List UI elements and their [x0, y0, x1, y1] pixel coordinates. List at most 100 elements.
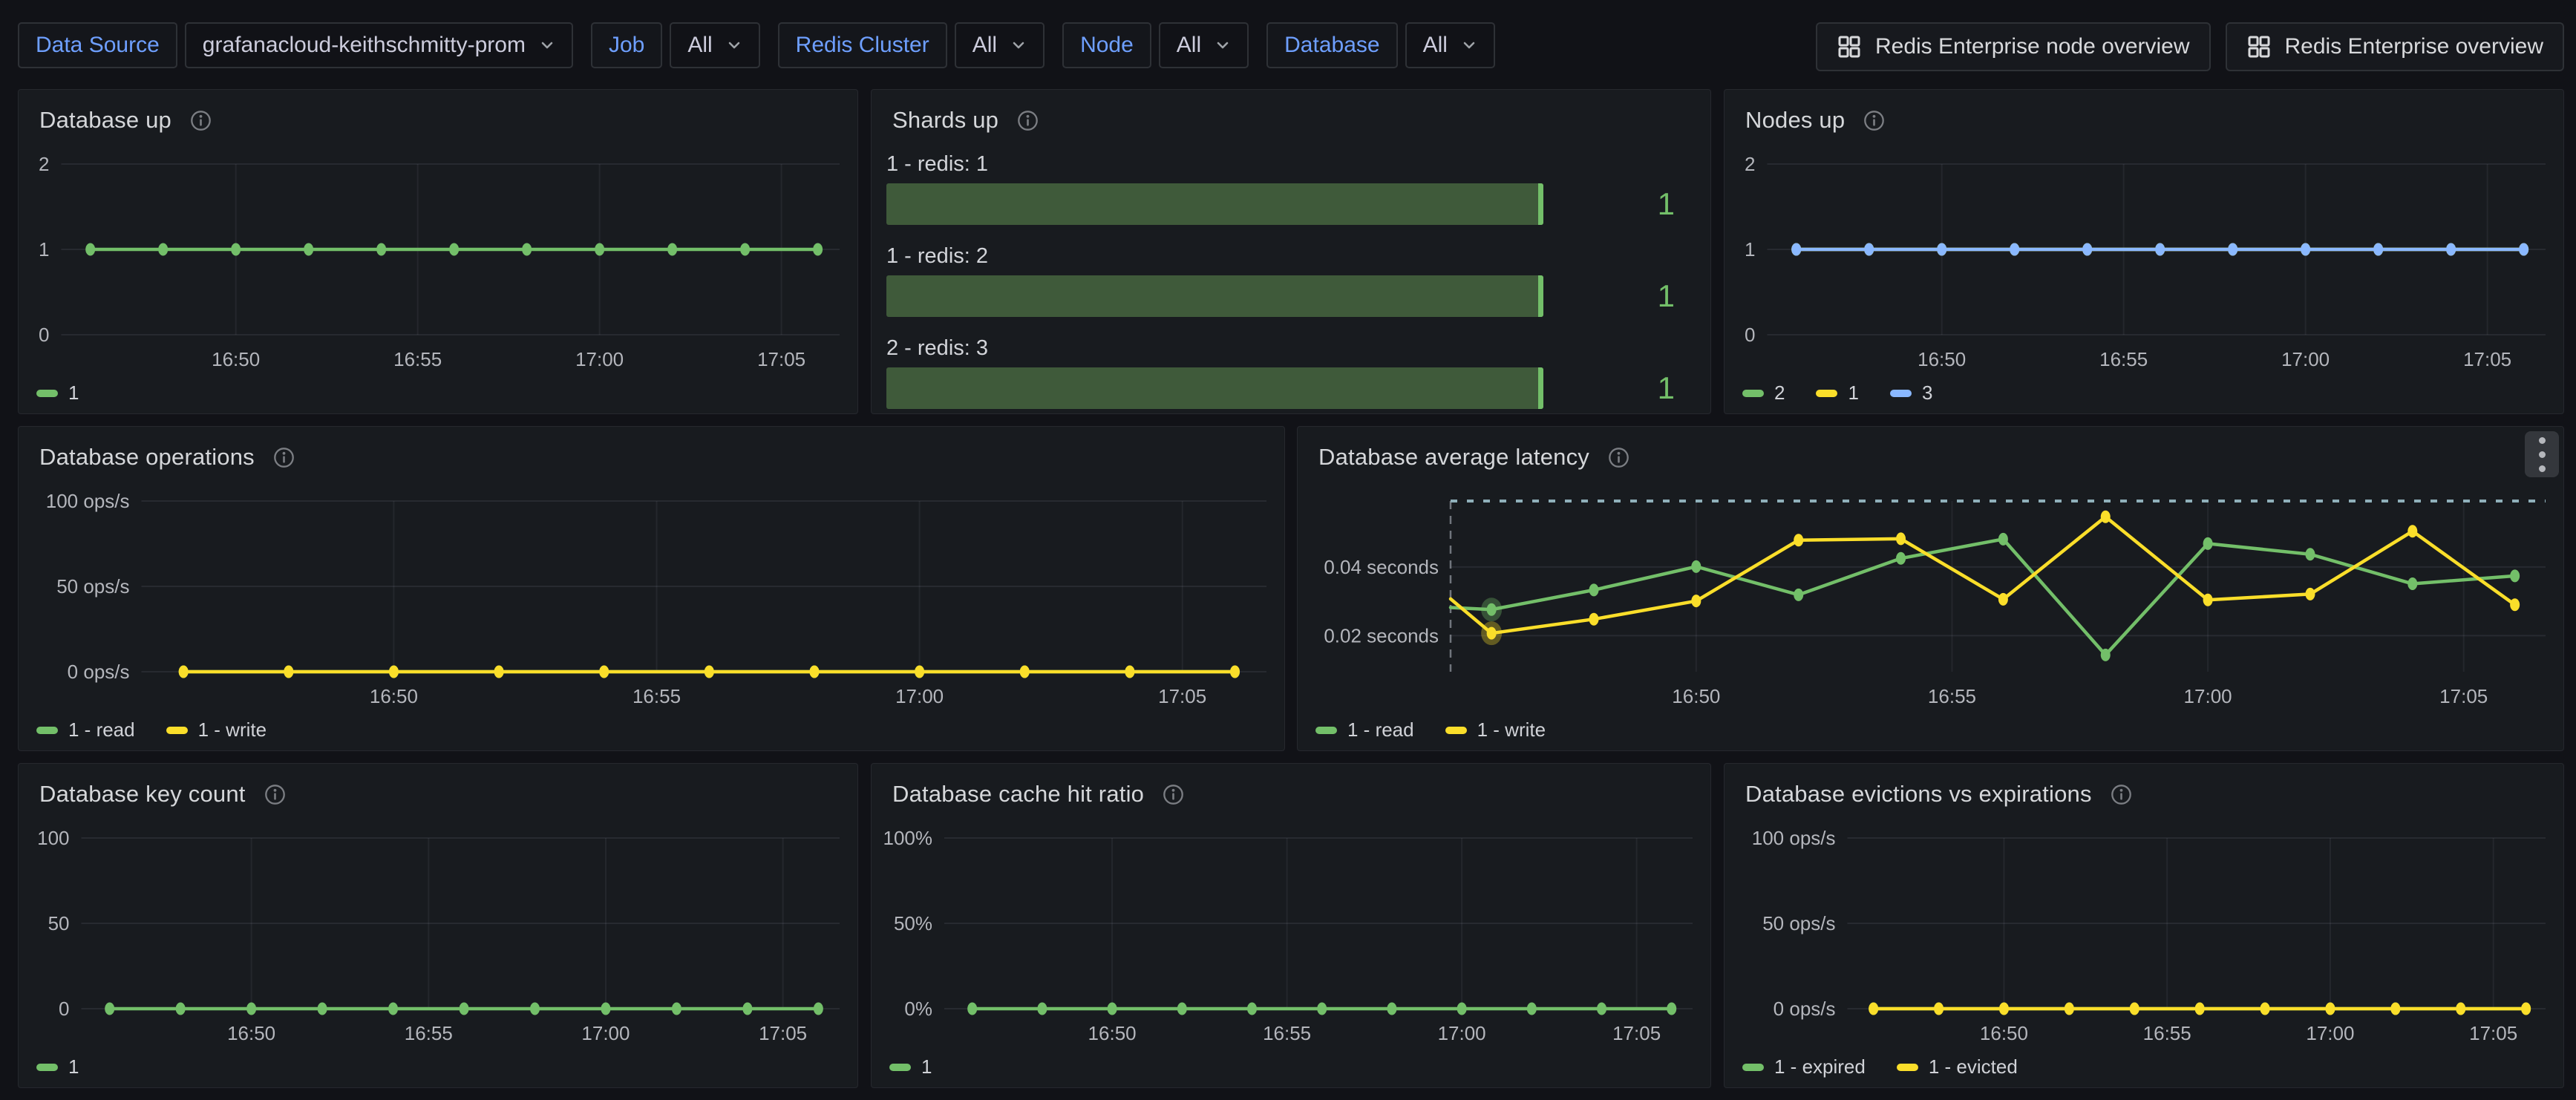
series-color-swatch — [1742, 390, 1764, 397]
svg-text:17:05: 17:05 — [2439, 685, 2488, 707]
bar-gauge-fill — [886, 367, 1543, 409]
svg-text:100: 100 — [37, 827, 69, 849]
bar-gauge-row: 1 - redis: 2 1 — [886, 244, 1696, 317]
series-color-swatch — [1890, 390, 1912, 397]
bar-gauge-row: 1 - redis: 1 1 — [886, 152, 1696, 225]
dashboard-links: Redis Enterprise node overview Redis Ent… — [1816, 22, 2564, 71]
panel-legend: 2 1 3 — [1742, 382, 1932, 405]
panel-database-operations: Database operations 100 ops/s50 ops/s0 o… — [18, 426, 1285, 751]
panel-database-evictions-vs-expirations: Database evictions vs expirations 100 op… — [1724, 763, 2564, 1088]
panel-header: Database key count — [19, 764, 857, 825]
svg-text:0 ops/s: 0 ops/s — [68, 661, 130, 683]
svg-text:17:05: 17:05 — [2469, 1022, 2517, 1044]
legend-item[interactable]: 1 — [36, 382, 79, 405]
series-color-swatch — [1816, 390, 1837, 397]
svg-text:16:55: 16:55 — [2099, 348, 2148, 370]
legend-item[interactable]: 3 — [1890, 382, 1932, 405]
legend-label: 1 — [1848, 382, 1858, 405]
svg-text:50 ops/s: 50 ops/s — [1762, 912, 1835, 934]
bar-gauge-fill — [886, 183, 1543, 225]
panel-menu-button[interactable] — [2525, 431, 2559, 477]
series-color-swatch — [36, 390, 58, 397]
svg-text:17:05: 17:05 — [2463, 348, 2511, 370]
svg-text:16:55: 16:55 — [405, 1022, 453, 1044]
legend-item[interactable]: 2 — [1742, 382, 1785, 405]
svg-text:16:50: 16:50 — [1672, 685, 1720, 707]
svg-text:17:00: 17:00 — [2184, 685, 2232, 707]
series-color-swatch — [1897, 1064, 1918, 1071]
svg-text:17:05: 17:05 — [759, 1022, 807, 1044]
legend-item[interactable]: 1 — [1816, 382, 1858, 405]
variable-value-dropdown[interactable]: All — [1405, 22, 1495, 68]
variable-label: Database — [1266, 22, 1397, 68]
svg-text:0.02 seconds: 0.02 seconds — [1324, 624, 1439, 646]
svg-text:17:00: 17:00 — [2306, 1022, 2354, 1044]
svg-text:16:50: 16:50 — [1980, 1022, 2028, 1044]
series-color-swatch — [889, 1064, 911, 1071]
panel-database-up: Database up 21016:5016:5517:0017:05 1 — [18, 89, 858, 414]
series-color-swatch — [1315, 727, 1337, 734]
svg-text:17:05: 17:05 — [1612, 1022, 1661, 1044]
chevron-down-icon — [1215, 37, 1231, 53]
variable-label: Data Source — [18, 22, 177, 68]
panel-header: Shards up — [872, 90, 1710, 151]
chevron-down-icon — [539, 37, 555, 53]
svg-text:17:00: 17:00 — [2281, 348, 2330, 370]
svg-text:1: 1 — [39, 238, 49, 261]
info-icon[interactable] — [1607, 446, 1630, 469]
variable-value-dropdown[interactable]: All — [670, 22, 759, 68]
info-icon[interactable] — [1162, 783, 1185, 806]
panel-title: Database up — [39, 107, 171, 134]
panel-legend: 1 - read 1 - write — [1315, 718, 1546, 741]
dashboard: Data Source grafanacloud-keithschmitty-p… — [0, 0, 2576, 1100]
svg-text:0: 0 — [39, 324, 49, 346]
variable-value-dropdown[interactable]: grafanacloud-keithschmitty-prom — [185, 22, 573, 68]
bar-gauge-label: 1 - redis: 2 — [886, 244, 1696, 269]
info-icon[interactable] — [264, 783, 287, 806]
legend-item[interactable]: 1 - expired — [1742, 1055, 1866, 1078]
legend-label: 1 - read — [68, 718, 135, 741]
bar-gauge-cap — [1538, 275, 1543, 317]
panel-legend: 1 — [36, 382, 79, 405]
legend-item[interactable]: 1 - evicted — [1897, 1055, 2018, 1078]
variable-value-dropdown[interactable]: All — [955, 22, 1045, 68]
svg-text:16:55: 16:55 — [2143, 1022, 2191, 1044]
info-icon[interactable] — [2110, 783, 2133, 806]
panel-legend: 1 — [889, 1055, 932, 1078]
legend-item[interactable]: 1 - write — [1445, 718, 1546, 741]
svg-text:2: 2 — [1745, 153, 1755, 175]
info-icon[interactable] — [1863, 109, 1886, 132]
svg-text:1: 1 — [1745, 238, 1755, 261]
variable-value-dropdown[interactable]: All — [1159, 22, 1249, 68]
series-color-swatch — [36, 727, 58, 734]
legend-item[interactable]: 1 — [889, 1055, 932, 1078]
template-variable-redis-cluster: Redis Cluster All — [778, 22, 1045, 68]
dashboard-toolbar: Data Source grafanacloud-keithschmitty-p… — [0, 0, 2576, 82]
svg-text:16:50: 16:50 — [212, 348, 260, 370]
info-icon[interactable] — [272, 446, 295, 469]
legend-item[interactable]: 1 — [36, 1055, 79, 1078]
variable-label: Redis Cluster — [778, 22, 947, 68]
svg-text:17:00: 17:00 — [895, 685, 944, 707]
panel-title: Database evictions vs expirations — [1745, 781, 2092, 808]
svg-text:16:55: 16:55 — [1263, 1022, 1311, 1044]
legend-label: 1 - write — [198, 718, 267, 741]
info-icon[interactable] — [189, 109, 212, 132]
bar-gauge-label: 2 - redis: 3 — [886, 336, 1696, 361]
info-icon[interactable] — [1016, 109, 1039, 132]
svg-text:16:50: 16:50 — [227, 1022, 275, 1044]
legend-item[interactable]: 1 - read — [36, 718, 135, 741]
svg-text:100 ops/s: 100 ops/s — [46, 490, 130, 512]
legend-label: 1 - read — [1347, 718, 1414, 741]
svg-text:16:55: 16:55 — [393, 348, 442, 370]
svg-text:17:00: 17:00 — [575, 348, 624, 370]
legend-item[interactable]: 1 - write — [166, 718, 267, 741]
svg-text:0 ops/s: 0 ops/s — [1774, 998, 1836, 1020]
panel-legend: 1 - read 1 - write — [36, 718, 267, 741]
bar-gauge-track: 1 — [886, 275, 1696, 317]
legend-label: 1 — [68, 1055, 79, 1078]
dashboard-link-button[interactable]: Redis Enterprise overview — [2226, 22, 2564, 71]
dashboard-link-button[interactable]: Redis Enterprise node overview — [1816, 22, 2211, 71]
legend-item[interactable]: 1 - read — [1315, 718, 1414, 741]
template-variables: Data Source grafanacloud-keithschmitty-p… — [18, 22, 1495, 68]
